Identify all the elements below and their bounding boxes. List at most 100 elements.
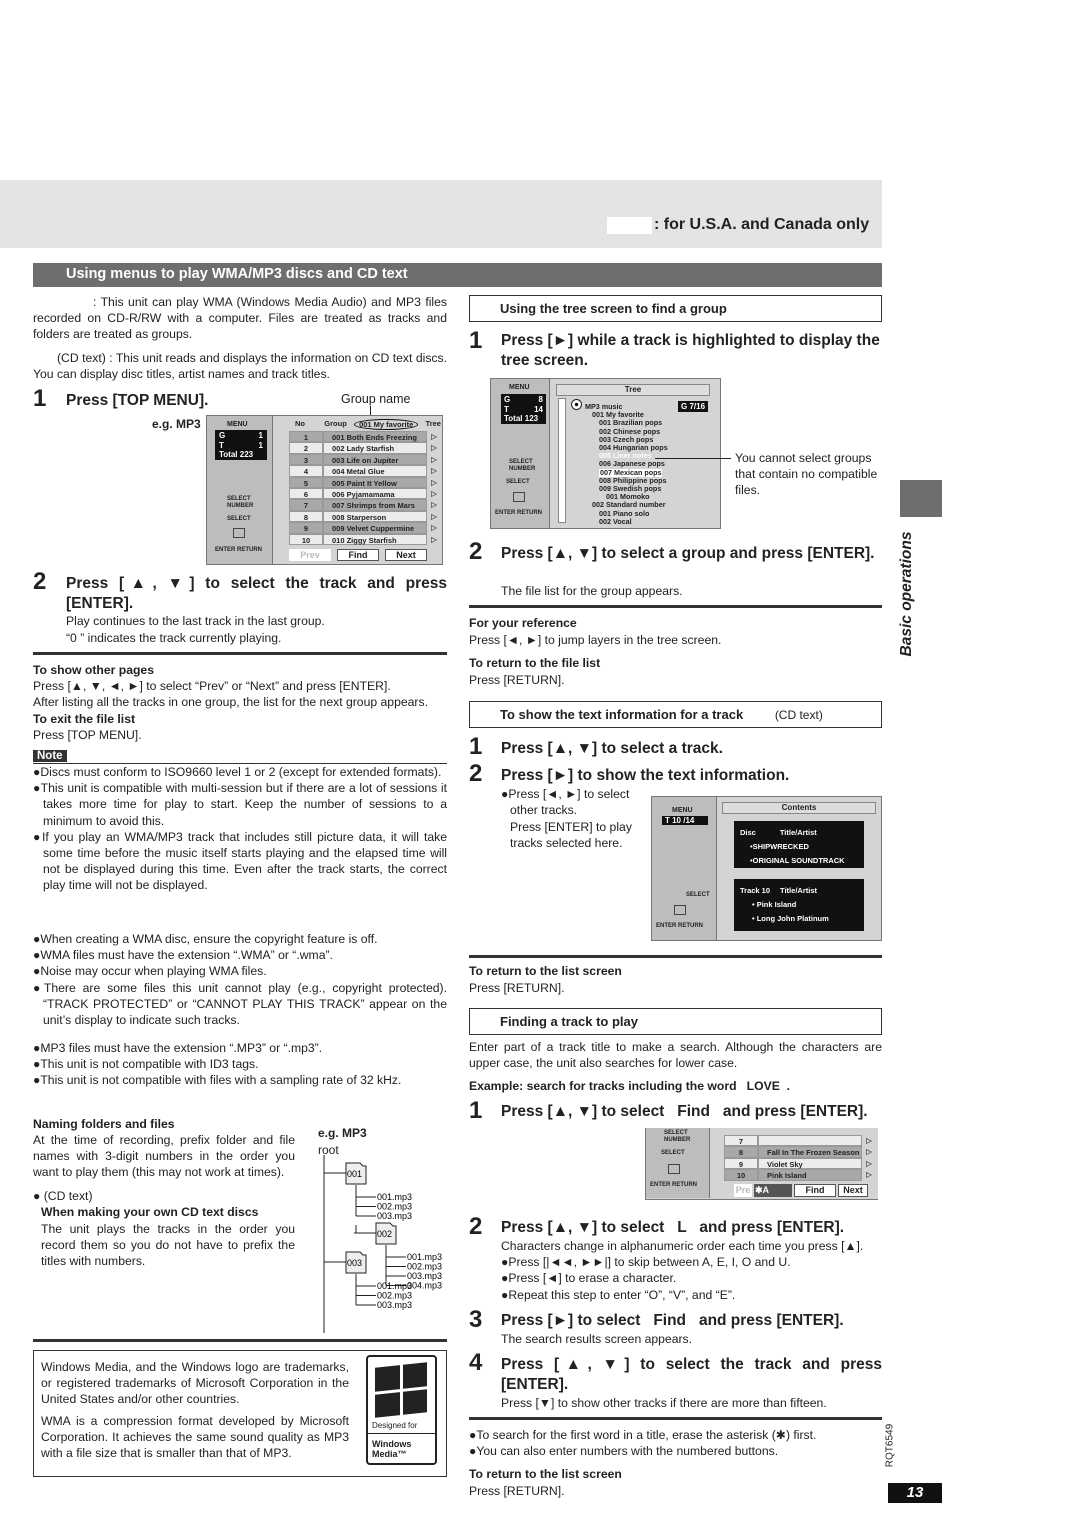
table-row[interactable]: 5 005 Paint It Yellow ▷ [289, 476, 441, 488]
track-name: Pink Island [758, 1169, 862, 1181]
list-item: ●You can also enter numbers with the num… [469, 1444, 779, 1459]
play-arrow-icon[interactable]: ▷ [427, 499, 441, 510]
list-item: ●Press [◄] to erase a character. [501, 1271, 677, 1286]
file-name: 002.mp3 [407, 1262, 442, 1272]
table-row[interactable]: 10 Pink Island ▷ [724, 1169, 876, 1181]
step-title: Press [►] while a track is highlighted t… [501, 332, 880, 369]
col-group: Group [324, 419, 347, 428]
step-number: 1 [469, 327, 483, 354]
subheading: Naming folders and files [33, 1117, 175, 1131]
track-number: 6 [289, 487, 323, 500]
play-arrow-icon[interactable]: ▷ [427, 477, 441, 488]
text: Press [RETURN]. [469, 1484, 565, 1498]
step-title: Press [▲, ▼] to select L and press [ENTE… [501, 1219, 845, 1236]
play-arrow-icon[interactable]: ▷ [427, 488, 441, 499]
prev-button[interactable]: Prev [289, 549, 331, 561]
table-row[interactable]: 10 010 Ziggy Starfish ▷ [289, 533, 441, 545]
end-notes: ●To search for the first word in a title… [469, 1427, 882, 1459]
divider [469, 955, 882, 958]
page-number: 13 [888, 1483, 942, 1503]
logo-text: Windows [372, 1439, 412, 1449]
table-row[interactable]: 6 006 Pyjamamama ▷ [289, 487, 441, 500]
play-arrow-icon[interactable]: ▷ [862, 1158, 876, 1169]
play-arrow-icon[interactable]: ▷ [862, 1146, 876, 1157]
divider [469, 605, 882, 608]
list-item: ●This unit is not compatible with files … [33, 1073, 402, 1088]
table-row[interactable]: 9 Violet Sky ▷ [724, 1157, 876, 1170]
prev-button[interactable]: Pre [734, 1184, 752, 1197]
total-label: Total [219, 450, 238, 459]
play-arrow-icon[interactable]: ▷ [427, 465, 441, 476]
text: Press [RETURN]. [469, 981, 565, 995]
section-title: Using menus to play WMA/MP3 discs and CD… [33, 263, 882, 287]
step-note: The search results screen appears. [501, 1332, 693, 1346]
folder-icon: 002 [375, 1222, 397, 1245]
model-code: RQT6549 [884, 1423, 896, 1468]
wma-notes-list: ●When creating a WMA disc, ensure the co… [33, 931, 447, 1028]
file-name: 002.mp3 [377, 1202, 412, 1212]
list-item: ●Discs must conform to ISO9660 level 1 o… [33, 765, 442, 779]
table-row[interactable]: 8 008 Starperson ▷ [289, 510, 441, 523]
track-number: 10 [289, 533, 323, 545]
table-row[interactable]: 1 001 Both Ends Freezing ▷ [289, 431, 441, 443]
find-button[interactable]: Find [794, 1184, 836, 1197]
scrollbar[interactable] [558, 398, 566, 523]
menu-label: MENU [672, 807, 693, 814]
tree-list: MP3 music 001 My favorite 001 Brazilian po… [585, 402, 685, 526]
subheading: To exit the file list [33, 712, 136, 726]
example-text: Example: search for tracks including the… [469, 1079, 791, 1093]
divider [33, 1339, 447, 1342]
file-list-screen: MENU G 1 T 1 Total 223 SELECT NUMBER SELEC… [206, 415, 443, 565]
file-name: 003.mp3 [377, 1211, 412, 1221]
group-name: 001 My favorite [354, 419, 419, 430]
file-name: 001.mp3 [407, 1252, 442, 1262]
play-arrow-icon[interactable]: ▷ [427, 534, 441, 545]
list-item: ●This unit is compatible with multi-sess… [33, 781, 447, 828]
table-row[interactable]: 3 003 Life on Jupiter ▷ [289, 453, 441, 466]
tree-item[interactable]: 002 Vocal [585, 517, 685, 526]
folder-icon: 001 [345, 1162, 367, 1185]
play-arrow-icon[interactable]: ▷ [862, 1135, 876, 1146]
section-tab-label: Basic operations [898, 531, 915, 657]
find-button[interactable]: Find [337, 549, 379, 561]
folder-name: 002 [377, 1229, 392, 1239]
table-row[interactable]: 9 009 Velvet Cuppermine ▷ [289, 522, 441, 534]
list-item: ●Noise may occur when playing WMA files. [33, 964, 267, 979]
search-input[interactable]: ✱A [754, 1184, 792, 1197]
callout-text: You cannot select groups that contain no… [735, 451, 878, 498]
next-button[interactable]: Next [838, 1184, 868, 1197]
play-arrow-icon[interactable]: ▷ [427, 442, 441, 453]
list-item: ●Repeat this step to enter “O”, “V”, and… [501, 1287, 736, 1302]
track-name: 007 Shrimps from Mars [323, 499, 427, 511]
step-note: ●Press [◄, ►] to select other tracks. [501, 787, 630, 818]
table-row[interactable]: 7 ▷ [724, 1135, 876, 1147]
track-list: 1 001 Both Ends Freezing ▷ 2 002 Lady Starfi… [289, 431, 441, 545]
enter-return-label: ENTER RETURN [650, 1182, 698, 1188]
track-number: 9 [724, 1157, 758, 1170]
next-button[interactable]: Next [385, 549, 427, 561]
text-info-section-box: To show the text information for a track… [469, 701, 882, 728]
subheading: To return to the list screen [469, 964, 622, 978]
text: Press [▲, ▼, ◄, ►] to select “Prev” or “… [33, 679, 391, 693]
subheading: To show other pages [33, 663, 154, 677]
play-arrow-icon[interactable]: ▷ [427, 522, 441, 533]
track-name: 009 Velvet Cuppermine [323, 522, 427, 534]
table-row[interactable]: 2 002 Lady Starfish ▷ [289, 442, 441, 454]
disc-icon [571, 399, 582, 410]
play-arrow-icon[interactable]: ▷ [427, 511, 441, 522]
file-name: 004.mp3 [407, 1281, 442, 1291]
play-arrow-icon[interactable]: ▷ [427, 431, 441, 442]
table-row[interactable]: 4 004 Metal Glue ▷ [289, 465, 441, 477]
step-number: 4 [469, 1349, 483, 1376]
play-arrow-icon[interactable]: ▷ [862, 1169, 876, 1180]
play-arrow-icon[interactable]: ▷ [427, 454, 441, 465]
text: Press [TOP MENU]. [33, 728, 142, 742]
g-value: 1 [258, 431, 263, 440]
track-name [758, 1135, 862, 1147]
t-label: T [219, 440, 224, 450]
step-title: Press [▲, ▼] to select a track. [501, 740, 723, 757]
table-row[interactable]: 7 007 Shrimps from Mars ▷ [289, 499, 441, 511]
select-label: SELECT [661, 1150, 685, 1156]
track-name: Violet Sky [758, 1157, 862, 1170]
table-row[interactable]: 8 Fall In The Frozen Season ▷ [724, 1146, 876, 1158]
